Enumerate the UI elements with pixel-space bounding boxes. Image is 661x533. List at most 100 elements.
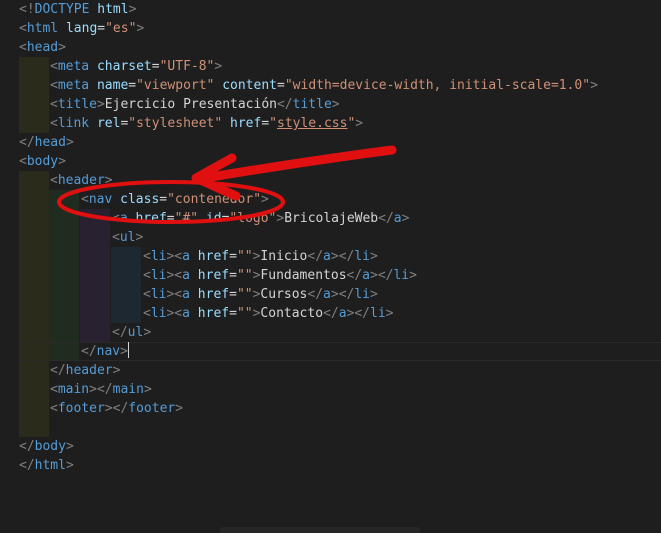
code-token: ></ (330, 249, 355, 264)
code-line[interactable]: <li><a href="">Cursos</a></li> (0, 285, 661, 304)
indent-guide (19, 266, 49, 285)
code-text: <li><a href="">Inicio</a></li> (143, 247, 378, 266)
code-text: </nav> (81, 342, 129, 361)
code-token: class (120, 192, 160, 207)
code-token: name (96, 78, 129, 93)
code-token: >< (166, 306, 183, 321)
code-line[interactable]: <li><a href="">Inicio</a></li> (0, 247, 661, 266)
indent-guide (19, 209, 49, 228)
code-token: li (150, 287, 167, 302)
code-token: </ (307, 287, 324, 302)
code-token: ></ (346, 306, 371, 321)
code-text: <a href="#" id="logo">BricolajeWeb</a> (112, 209, 409, 228)
code-token: < (50, 401, 58, 416)
code-token: BricolajeWeb (284, 211, 379, 226)
code-line[interactable]: <link rel="stylesheet" href="style.css"> (0, 114, 661, 133)
code-line[interactable]: <html lang="es"> (0, 19, 661, 38)
code-token: < (19, 21, 27, 36)
scroll-indicator (220, 527, 420, 533)
code-line[interactable]: <ul> (0, 228, 661, 247)
code-line[interactable]: </header> (0, 361, 661, 380)
code-token: </ (50, 363, 66, 378)
code-token: meta (57, 78, 90, 93)
code-text: <ul> (112, 228, 143, 247)
code-token: li (354, 287, 371, 302)
code-token: > (590, 78, 598, 93)
code-line[interactable]: <head> (0, 38, 661, 57)
code-token: > (104, 173, 113, 188)
code-token: a (182, 249, 190, 264)
code-token: < (19, 154, 27, 169)
code-token: </ (378, 211, 394, 226)
code-line[interactable] (0, 418, 661, 437)
code-token: = (229, 268, 237, 283)
code-line[interactable]: </html> (0, 456, 661, 475)
code-token: href (197, 249, 230, 264)
code-text: <link rel="stylesheet" href="style.css"> (50, 114, 363, 133)
code-text: <body> (19, 152, 66, 171)
indent-guide (19, 171, 49, 190)
code-token: li (370, 306, 386, 321)
code-line[interactable]: </ul> (0, 323, 661, 342)
code-token: > (385, 306, 394, 321)
code-token: = (261, 116, 270, 131)
code-text: <title>Ejercicio Presentación</title> (50, 95, 340, 114)
indent-guide (19, 323, 49, 342)
code-token: li (150, 268, 167, 283)
code-line[interactable]: <meta charset="UTF-8"> (0, 57, 661, 76)
code-token: link (57, 116, 90, 131)
indent-guide (111, 304, 141, 323)
indent-guide (80, 247, 110, 266)
code-line[interactable]: <meta name="viewport" content="width=dev… (0, 76, 661, 95)
code-line[interactable]: <main></main> (0, 380, 661, 399)
code-line[interactable]: </head> (0, 133, 661, 152)
code-token: "#" (174, 211, 199, 226)
code-text: <!DOCTYPE html> (19, 0, 136, 19)
indent-guide (111, 285, 141, 304)
code-token: html (34, 458, 66, 473)
code-editor[interactable]: <!DOCTYPE html> <html lang="es"> <head> <me… (0, 0, 661, 533)
code-line[interactable]: </body> (0, 437, 661, 456)
indent-guide (49, 190, 79, 209)
code-token: > (355, 116, 364, 131)
code-token: footer (128, 401, 176, 416)
code-line[interactable]: <header> (0, 171, 661, 190)
code-token: > (65, 439, 74, 454)
code-token: content (222, 78, 278, 93)
code-line[interactable]: <!DOCTYPE html> (0, 0, 661, 19)
code-token: = (159, 192, 168, 207)
indent-guide (49, 247, 79, 266)
indent-guide (19, 57, 49, 76)
code-line[interactable]: <a href="#" id="logo">BricolajeWeb</a> (0, 209, 661, 228)
indent-guide (19, 285, 49, 304)
code-token: < (143, 287, 151, 302)
code-token: > (401, 211, 410, 226)
code-token: a (182, 306, 190, 321)
code-token: > (58, 40, 66, 55)
code-token: < (143, 249, 151, 264)
code-line[interactable]: <li><a href="">Fundamentos</a></li> (0, 266, 661, 285)
code-text: <meta name="viewport" content="width=dev… (50, 76, 598, 95)
code-token: > (65, 135, 74, 150)
code-line[interactable]: <li><a href="">Contacto</a></li> (0, 304, 661, 323)
code-line[interactable]: </nav> (0, 342, 661, 361)
indent-guide (80, 209, 110, 228)
code-token: head (34, 135, 66, 150)
code-token: ul (119, 230, 136, 245)
code-token: title (292, 97, 332, 112)
code-token: li (393, 268, 410, 283)
code-line[interactable]: <nav class="contenedor"> (0, 190, 661, 209)
code-token: href (197, 268, 230, 283)
code-token: > (65, 458, 74, 473)
code-line[interactable]: <body> (0, 152, 661, 171)
code-text: <li><a href="">Cursos</a></li> (143, 285, 378, 304)
code-line[interactable]: <footer></footer> (0, 399, 661, 418)
code-token: = (229, 306, 237, 321)
code-line[interactable]: <title>Ejercicio Presentación</title> (0, 95, 661, 114)
code-token: id (205, 211, 222, 226)
